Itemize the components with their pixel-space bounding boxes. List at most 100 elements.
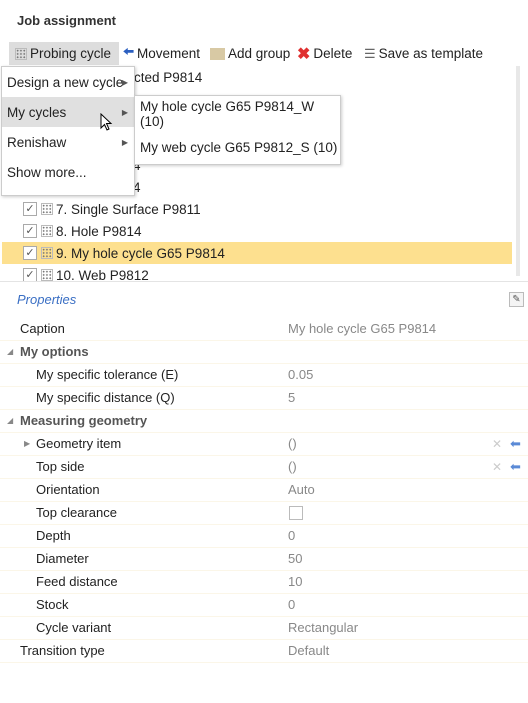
property-row: Caption My hole cycle G65 P9814 — [0, 317, 528, 341]
menu-item-label: Design a new cycle — [7, 74, 124, 90]
mouse-cursor-icon — [100, 113, 113, 131]
checkbox[interactable]: ✓ — [23, 268, 37, 282]
divider — [0, 281, 528, 282]
property-row: My specific tolerance (E) 0.05 — [0, 363, 528, 387]
property-label: Cycle variant — [36, 620, 112, 635]
menu-item-label: Renishaw — [7, 134, 67, 150]
tree-scrollbar[interactable] — [516, 66, 520, 276]
property-value[interactable]: () — [288, 436, 297, 451]
property-label: Measuring geometry — [20, 413, 148, 428]
property-label: My specific tolerance (E) — [36, 367, 179, 382]
tree-row-label: 9. My hole cycle G65 P9814 — [56, 245, 225, 261]
chevron-right-icon: ▶ — [121, 77, 128, 87]
tree-row-label: 7. Single Surface P9811 — [56, 201, 201, 217]
menu-item-label: My cycles — [7, 104, 67, 120]
grid-icon — [41, 247, 53, 259]
checkbox[interactable]: ✓ — [23, 224, 37, 238]
add-group-button[interactable]: Add group — [210, 44, 290, 63]
property-label: Caption — [20, 321, 65, 336]
submenu-item-label: My web cycle G65 P9812_S (10) — [140, 139, 338, 155]
property-label: My specific distance (Q) — [36, 390, 175, 405]
menu-item[interactable]: Renishaw ▶ — [2, 127, 134, 157]
property-row: ◢ Measuring geometry — [0, 409, 528, 433]
delete-x-icon: ✖ — [297, 45, 311, 63]
property-row: Cycle variant Rectangular — [0, 616, 528, 640]
property-row: Transition type Default — [0, 639, 528, 663]
template-icon: ☰ — [364, 45, 376, 61]
property-row: Top clearance — [0, 501, 528, 525]
checkbox[interactable]: ✓ — [23, 246, 37, 260]
property-row: My specific distance (Q) 5 — [0, 386, 528, 410]
tree-row[interactable]: ✓ 7. Single Surface P9811 — [2, 198, 512, 220]
property-label: Top clearance — [36, 505, 117, 520]
menu-item-label: Show more... — [7, 164, 87, 180]
property-label: Depth — [36, 528, 71, 543]
property-label: Diameter — [36, 551, 89, 566]
property-label: Stock — [36, 597, 69, 612]
properties-header: Properties — [17, 292, 77, 307]
menu-item[interactable]: My cycles ▶ — [2, 97, 134, 127]
property-value[interactable]: 10 — [288, 574, 302, 589]
grid-icon — [41, 269, 53, 281]
tree-row[interactable]: ✓ 9. My hole cycle G65 P9814 — [2, 242, 512, 264]
property-label: Orientation — [36, 482, 100, 497]
edit-icon[interactable]: ✎ — [509, 292, 524, 307]
clear-x-icon[interactable]: ✕ — [492, 437, 502, 451]
chevron-right-icon: ▶ — [121, 107, 128, 117]
property-value[interactable]: 0 — [288, 528, 295, 543]
submenu-item-label: My hole cycle G65 P9814_W (10) — [140, 99, 315, 129]
probing-cycle-label: Probing cycle — [30, 46, 112, 61]
property-value[interactable]: 5 — [288, 390, 295, 405]
save-template-button[interactable]: ☰ Save as template — [364, 44, 483, 63]
tree-row[interactable]: ✓ 10. Web P9812 — [2, 264, 512, 286]
tree-row[interactable]: ✓ 8. Hole P9814 — [2, 220, 512, 242]
property-value[interactable]: Auto — [288, 482, 315, 497]
property-value[interactable]: My hole cycle G65 P9814 — [288, 321, 436, 336]
arrow-left-icon: 🠨 — [123, 44, 135, 59]
folder-icon — [210, 47, 225, 60]
property-label: My options — [20, 344, 89, 359]
probing-cycle-button[interactable]: Probing cycle — [9, 42, 119, 65]
property-row: Orientation Auto — [0, 478, 528, 502]
menu-item[interactable]: Design a new cycle ▶ — [2, 67, 134, 97]
submenu-item[interactable]: My hole cycle G65 P9814_W (10) — [135, 99, 340, 129]
save-template-label: Save as template — [378, 46, 483, 61]
property-row: ◢ My options — [0, 340, 528, 364]
clear-x-icon[interactable]: ✕ — [492, 460, 502, 474]
property-row: Top side () ✕ ⬅ — [0, 455, 528, 479]
property-label: Top side — [36, 459, 85, 474]
collapse-triangle-icon[interactable]: ◢ — [7, 347, 13, 356]
submenu-item[interactable]: My web cycle G65 P9812_S (10) — [135, 132, 340, 162]
collapse-triangle-icon[interactable]: ◢ — [7, 416, 13, 425]
property-value[interactable]: 0.05 — [288, 367, 313, 382]
tree-row-label: cted P9814 — [134, 69, 203, 85]
property-checkbox[interactable] — [289, 505, 303, 520]
expand-triangle-icon[interactable]: ▶ — [24, 439, 30, 448]
property-value[interactable]: 50 — [288, 551, 302, 566]
add-group-label: Add group — [228, 46, 291, 61]
property-row: Diameter 50 — [0, 547, 528, 571]
delete-button[interactable]: ✖ Delete — [297, 44, 352, 63]
pick-arrow-icon[interactable]: ⬅ — [510, 459, 521, 475]
chevron-right-icon: ▶ — [121, 137, 128, 147]
property-value[interactable]: Default — [288, 643, 329, 658]
property-label: Geometry item — [36, 436, 122, 451]
panel-title: Job assignment — [17, 13, 116, 28]
menu-item[interactable]: Show more... — [2, 157, 134, 187]
property-value[interactable]: () — [288, 459, 297, 474]
grid-icon — [15, 47, 27, 60]
delete-label: Delete — [313, 46, 353, 61]
property-row: Depth 0 — [0, 524, 528, 548]
movement-label: Movement — [137, 46, 201, 61]
my-cycles-submenu: My hole cycle G65 P9814_W (10) My web cyc… — [134, 95, 341, 165]
checkbox[interactable]: ✓ — [23, 202, 37, 216]
property-value[interactable]: Rectangular — [288, 620, 358, 635]
probing-cycle-menu: Design a new cycle ▶ My cycles ▶ Renishaw ▶ Sh… — [1, 66, 135, 196]
property-label: Transition type — [20, 643, 105, 658]
property-row: Feed distance 10 — [0, 570, 528, 594]
property-label: Feed distance — [36, 574, 118, 589]
property-value[interactable]: 0 — [288, 597, 295, 612]
pick-arrow-icon[interactable]: ⬅ — [510, 436, 521, 452]
grid-icon — [41, 203, 53, 215]
movement-button[interactable]: 🠨 Movement — [123, 44, 200, 63]
